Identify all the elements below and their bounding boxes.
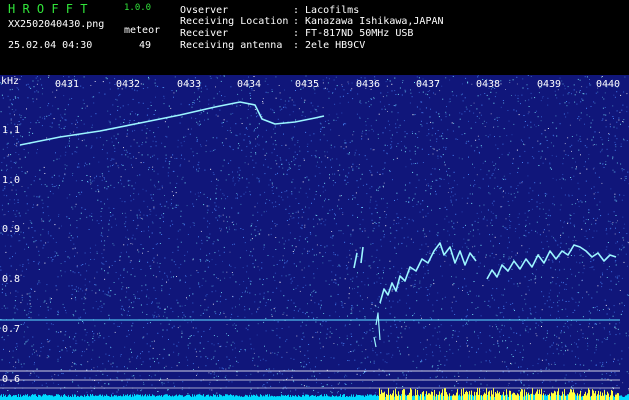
spectrogram-view: kHz 1.1 1.0 0.9 0.8 0.7 0.6 0431 0432 04… [0,75,629,400]
time-label-0439: 0439 [537,79,562,90]
receiver-label: Receiver [180,28,229,39]
location-value: : Kanazawa Ishikawa,JAPAN [293,16,444,27]
receiver-value: : FT-817ND 50MHz USB [293,28,414,39]
spectrogram-canvas [0,75,629,400]
observer-label: Ovserver [180,5,229,16]
header-panel: H R O F F T 1.0.0 XX2502040430.png 25.02… [0,0,629,75]
frequency-unit: kHz [1,76,20,87]
freq-label-1-1: 1.1 [2,125,21,136]
app-version: 1.0.0 [124,3,152,13]
spectrogram-background [0,75,629,400]
image-filename: XX2502040430.png [8,19,105,30]
time-label-0435: 0435 [295,79,320,90]
freq-label-0-7: 0.7 [2,324,21,335]
meteor-count-value: 49 [139,40,152,51]
time-label-0432: 0432 [116,79,141,90]
meteor-count-label: meteor [124,25,161,36]
capture-datetime: 25.02.04 04:30 [8,40,93,51]
app-title: H R O F F T [8,2,88,16]
time-label-0431: 0431 [55,79,80,90]
antenna-label: Receiving antenna [180,40,283,51]
freq-label-0-8: 0.8 [2,274,21,285]
freq-label-0-6: 0.6 [2,374,21,385]
observer-value: : Lacofilms [293,5,360,16]
antenna-value: : 2ele HB9CV [293,40,366,51]
time-label-0440: 0440 [596,79,621,90]
freq-label-1-0: 1.0 [2,175,21,186]
freq-label-0-9: 0.9 [2,224,21,235]
time-label-0436: 0436 [356,79,381,90]
location-label: Receiving Location [180,16,289,27]
time-label-0434: 0434 [237,79,262,90]
time-label-0437: 0437 [416,79,441,90]
time-label-0438: 0438 [476,79,501,90]
time-label-0433: 0433 [177,79,202,90]
